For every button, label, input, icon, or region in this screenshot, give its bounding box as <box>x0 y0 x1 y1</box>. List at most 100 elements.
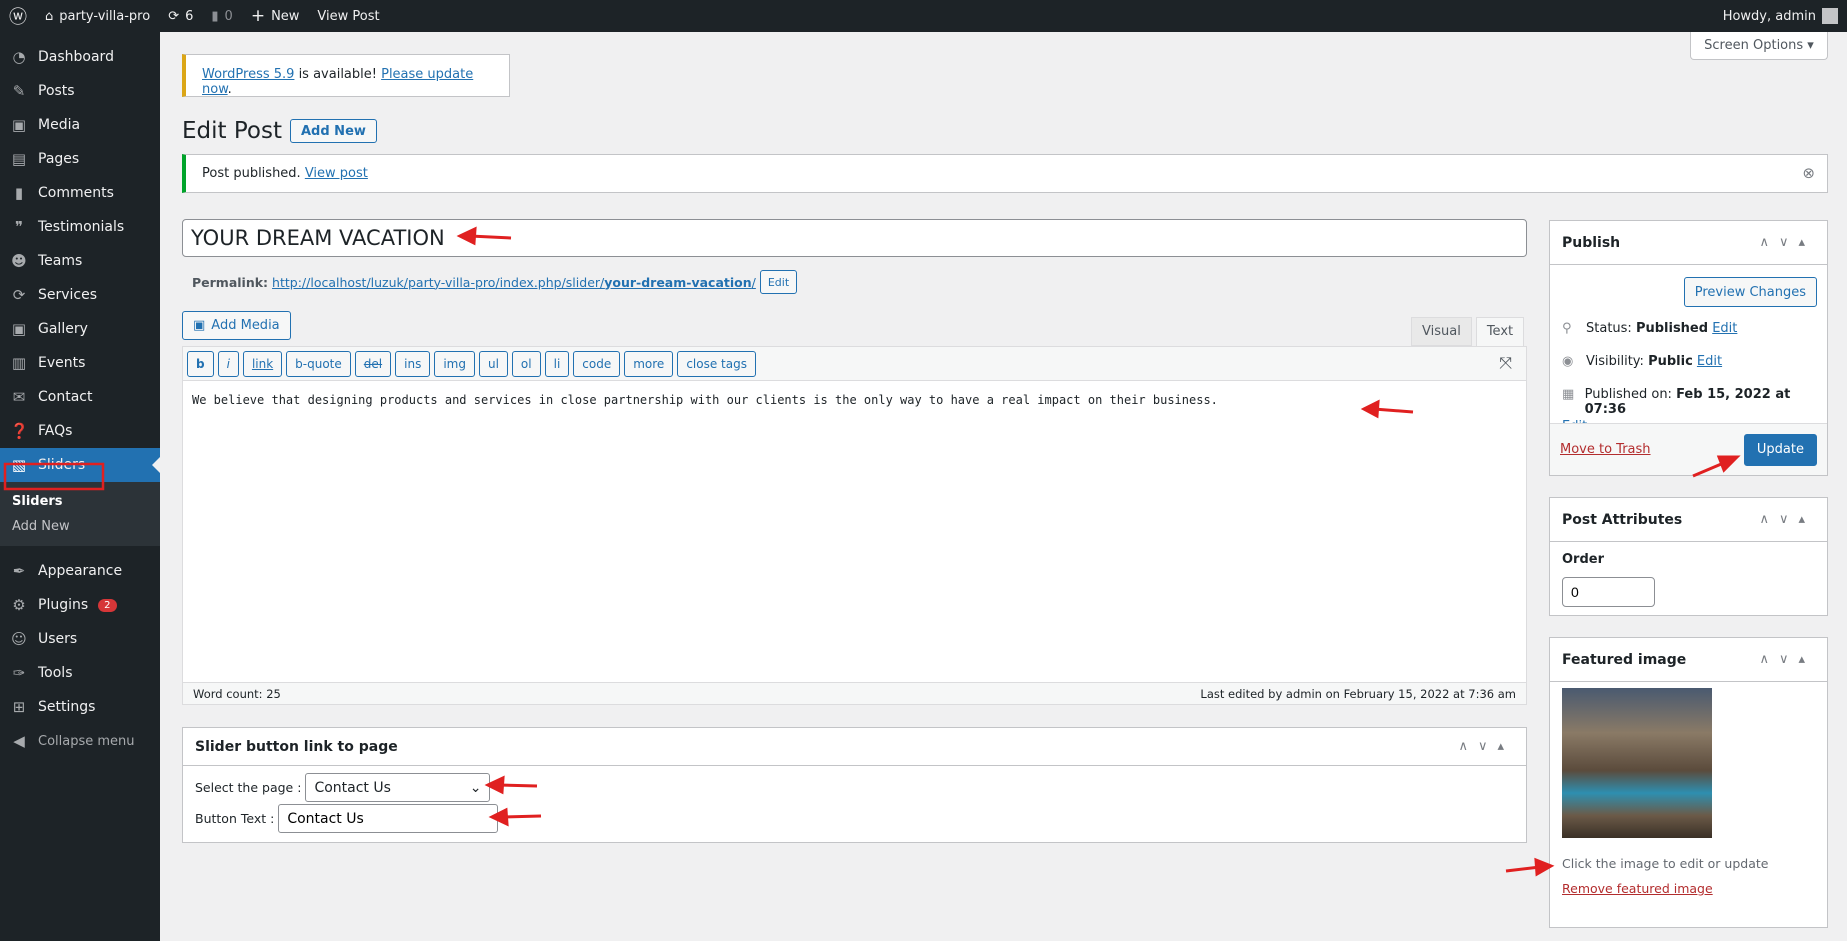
permalink-link[interactable]: http://localhost/luzuk/party-villa-pro/i… <box>272 275 756 290</box>
comments-icon: ▮ <box>14 184 24 202</box>
order-input[interactable] <box>1562 577 1655 607</box>
quicktag-code[interactable]: code <box>573 350 621 377</box>
pages-icon: ▤ <box>11 150 27 168</box>
sidebar-item-plugins[interactable]: ⚙ Plugins 2 <box>0 588 160 622</box>
sidebar-item-media[interactable]: ▣ Media <box>0 108 160 142</box>
metabox-controls[interactable]: ∧∨▴ <box>1759 652 1815 667</box>
featured-hint: Click the image to edit or update <box>1562 856 1769 871</box>
quicktag-i[interactable]: i <box>217 350 239 377</box>
quicktag-link[interactable]: link <box>242 350 283 377</box>
sidebar-item-faqs[interactable]: ❓ FAQs <box>0 414 160 448</box>
preview-changes-button[interactable]: Preview Changes <box>1683 277 1817 307</box>
add-new-button[interactable]: Add New <box>289 119 377 143</box>
screen-options-button[interactable]: Screen Options ▾ <box>1690 32 1828 60</box>
collapse-icon: ◀ <box>13 732 25 750</box>
admin-bar: ⓦ ⌂ party-villa-pro ⟳ 6 ▮ 0 + New View Post … <box>0 0 1847 32</box>
visibility-icon: ◉ <box>1562 354 1574 369</box>
post-content-textarea[interactable]: We believe that designing products and s… <box>183 381 1526 682</box>
metabox-controls[interactable]: ∧∨▴ <box>1458 739 1514 754</box>
quicktag-ul[interactable]: ul <box>478 350 508 377</box>
update-icon: ⟳ <box>12 286 26 304</box>
sidebar-item-comments[interactable]: ▮ Comments <box>0 176 160 210</box>
quicktag-b[interactable]: b <box>187 350 214 377</box>
remove-featured-image-link[interactable]: Remove featured image <box>1562 881 1713 896</box>
add-media-button[interactable]: ▣ Add Media <box>182 311 291 340</box>
submenu-sliders[interactable]: Sliders <box>0 489 160 514</box>
quicktag-ins[interactable]: ins <box>395 350 431 377</box>
edit-status-link[interactable]: Edit <box>1712 321 1737 336</box>
featured-image[interactable] <box>1562 688 1712 838</box>
tools-icon: ✑ <box>12 664 26 682</box>
sidebar-item-pages[interactable]: ▤ Pages <box>0 142 160 176</box>
testimonial-icon: ❞ <box>14 218 24 236</box>
quicktag-b-quote[interactable]: b-quote <box>286 350 351 377</box>
slider-button-metabox: Slider button link to page ∧∨▴ Select the… <box>182 727 1527 843</box>
quicktag-more[interactable]: more <box>624 350 674 377</box>
quicktag-img[interactable]: img <box>434 350 475 377</box>
metabox-controls[interactable]: ∧∨▴ <box>1759 512 1815 527</box>
quicktag-li[interactable]: li <box>544 350 570 377</box>
fullscreen-icon[interactable]: ⤧ <box>1499 353 1512 373</box>
word-count: Word count: 25 <box>193 686 281 701</box>
tab-text[interactable]: Text <box>1475 317 1525 346</box>
sidebar-item-teams[interactable]: ☻ Teams <box>0 244 160 278</box>
tab-visual[interactable]: Visual <box>1411 317 1472 346</box>
last-edited: Last edited by admin on February 15, 202… <box>1200 686 1516 701</box>
media-icon: ▣ <box>11 116 27 134</box>
sidebar-item-testimonials[interactable]: ❞ Testimonials <box>0 210 160 244</box>
wordpress-version-link[interactable]: WordPress 5.9 <box>202 67 294 82</box>
update-button[interactable]: Update <box>1743 433 1817 466</box>
sidebar-item-users[interactable]: ☺ Users <box>0 622 160 656</box>
sidebar-item-posts[interactable]: ✎ Posts <box>0 74 160 108</box>
published-notice: Post published. View post ⊗ <box>182 154 1828 193</box>
users-icon: ☺ <box>11 630 27 648</box>
featured-image-metabox: Featured image ∧∨▴ Click the image to edi… <box>1549 637 1828 928</box>
sidebar-item-services[interactable]: ⟳ Services <box>0 278 160 312</box>
sidebar-item-appearance[interactable]: ✒ Appearance <box>0 554 160 588</box>
email-icon: ✉ <box>12 388 26 406</box>
editor-status-bar: Word count: 25 Last edited by admin on F… <box>183 682 1526 704</box>
submenu-add-new[interactable]: Add New <box>0 514 160 539</box>
move-to-trash-link[interactable]: Move to Trash <box>1560 442 1651 457</box>
post-attributes-metabox: Post Attributes ∧∨▴ Order <box>1549 497 1828 616</box>
publish-metabox: Publish ∧∨▴ Preview Changes ⚲ Status: Publ… <box>1549 220 1828 476</box>
sidebar-item-settings[interactable]: ⊞ Settings <box>0 690 160 724</box>
account-menu[interactable]: Howdy, admin <box>1714 0 1847 32</box>
view-post-link[interactable]: View post <box>305 166 368 181</box>
edit-permalink-button[interactable]: Edit <box>759 270 798 294</box>
arrow-featured <box>1505 857 1555 877</box>
page-select[interactable]: Contact Us ⌄ <box>305 773 491 802</box>
media-icon: ▣ <box>11 320 27 338</box>
comment-icon: ▮ <box>211 8 219 24</box>
metabox-controls[interactable]: ∧∨▴ <box>1759 235 1815 250</box>
view-post-link[interactable]: View Post <box>308 0 388 32</box>
updates-link[interactable]: ⟳ 6 <box>159 0 202 32</box>
sidebar-item-events[interactable]: ▥ Events <box>0 346 160 380</box>
wordpress-logo-icon[interactable]: ⓦ <box>0 0 36 32</box>
update-icon: ⟳ <box>168 8 180 24</box>
calendar-icon: ▦ <box>1562 387 1575 402</box>
new-link[interactable]: + New <box>242 0 309 32</box>
quicktag-ol[interactable]: ol <box>511 350 541 377</box>
button-text-input[interactable] <box>278 804 499 833</box>
page-title: Edit Post <box>182 118 282 144</box>
comments-link[interactable]: ▮ 0 <box>202 0 241 32</box>
sidebar-item-gallery[interactable]: ▣ Gallery <box>0 312 160 346</box>
plugins-icon: ⚙ <box>12 596 26 614</box>
editor: b i link b-quote del ins img ul ol li code more clos… <box>182 346 1527 705</box>
sidebar-item-sliders[interactable]: ▧ Sliders <box>0 448 160 482</box>
quicktag-del[interactable]: del <box>354 350 392 377</box>
admin-sidebar: ◔ Dashboard ✎ Posts ▣ Media ▤ Pages ▮ Comments ❞ Te… <box>0 32 160 941</box>
collapse-menu[interactable]: ◀ Collapse menu <box>0 724 160 758</box>
dismiss-icon[interactable]: ⊗ <box>1802 164 1815 182</box>
update-count-badge: 2 <box>98 598 117 612</box>
quicktag-close-tags[interactable]: close tags <box>677 350 756 377</box>
edit-visibility-link[interactable]: Edit <box>1697 354 1722 369</box>
sidebar-item-dashboard[interactable]: ◔ Dashboard <box>0 40 160 74</box>
sidebar-item-contact[interactable]: ✉ Contact <box>0 380 160 414</box>
sidebar-item-tools[interactable]: ✑ Tools <box>0 656 160 690</box>
site-link[interactable]: ⌂ party-villa-pro <box>36 0 159 32</box>
post-title-input[interactable] <box>182 219 1527 257</box>
permalink: Permalink: http://localhost/luzuk/party-… <box>192 270 798 294</box>
sliders-submenu: Sliders Add New <box>0 482 160 546</box>
